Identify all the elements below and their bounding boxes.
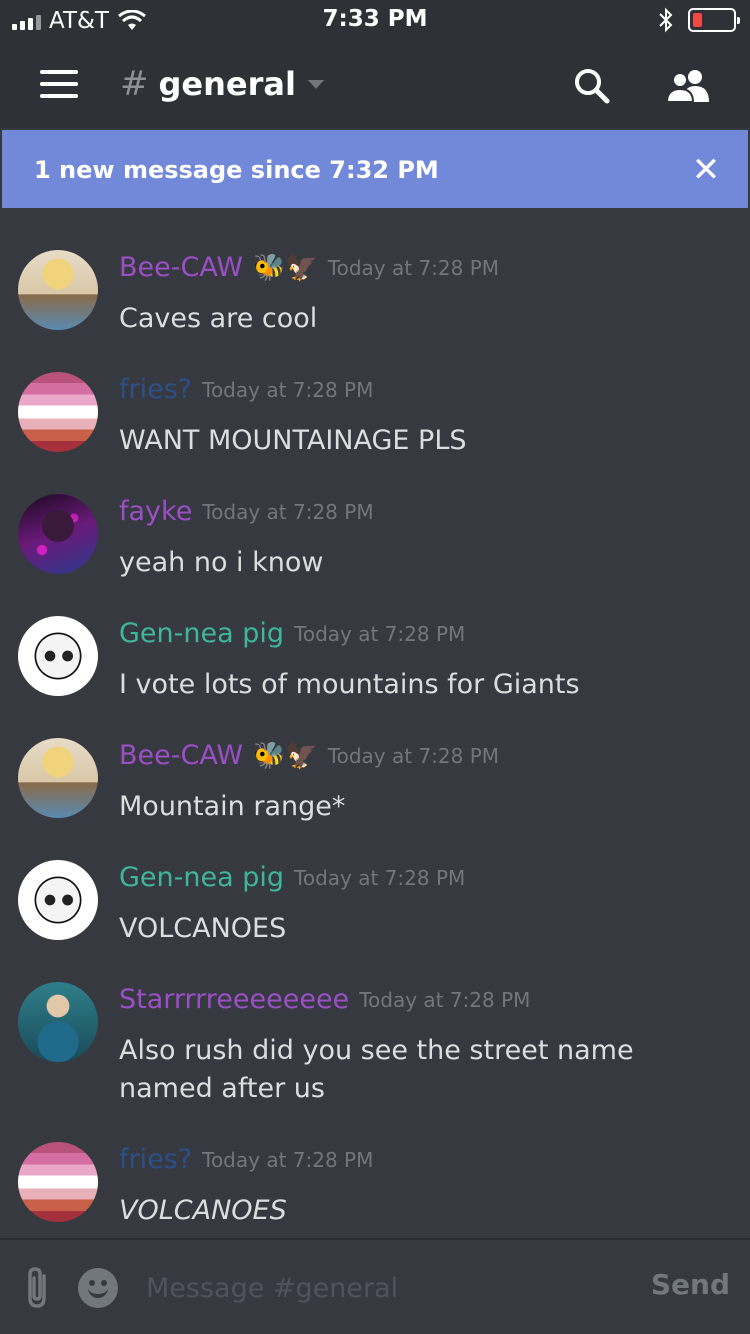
channel-header: # general: [0, 42, 750, 128]
bluetooth-icon: [659, 7, 673, 33]
channel-name: general: [158, 65, 296, 103]
members-button[interactable]: [664, 62, 712, 110]
clock: 7:33 PM: [322, 6, 428, 32]
message-input[interactable]: [146, 1266, 606, 1310]
message-text: Mountain range*: [119, 791, 346, 822]
author-emoji: 🐝🦅: [253, 740, 318, 771]
avatar[interactable]: [18, 616, 98, 696]
status-bar: AT&T 7:33 PM: [0, 0, 750, 42]
timestamp: Today at 7:28 PM: [202, 377, 374, 402]
search-icon: [575, 69, 610, 104]
close-icon[interactable]: ✕: [688, 152, 724, 188]
message-text: WANT MOUNTAINAGE PLS: [119, 425, 467, 456]
avatar[interactable]: [18, 1142, 98, 1222]
avatar[interactable]: [18, 982, 98, 1062]
author-name[interactable]: Bee-CAW: [119, 740, 243, 771]
channel-selector[interactable]: # general: [120, 64, 324, 104]
author-name[interactable]: fries?: [119, 1144, 192, 1175]
message-text: I vote lots of mountains for Giants: [119, 669, 580, 700]
timestamp: Today at 7:28 PM: [294, 865, 466, 890]
timestamp: Today at 7:28 PM: [327, 743, 500, 768]
search-button[interactable]: [568, 62, 616, 110]
author-name[interactable]: Gen-nea pig: [119, 618, 284, 649]
author-name[interactable]: fayke: [119, 496, 192, 527]
attachment-icon[interactable]: [22, 1266, 54, 1310]
message-text: yeah no i know: [119, 547, 324, 578]
hash-icon: #: [120, 64, 149, 104]
chevron-down-icon: [307, 79, 324, 89]
status-right: [658, 7, 740, 33]
new-messages-banner[interactable]: 1 new message since 7:32 PM ✕: [2, 130, 748, 208]
avatar[interactable]: [18, 738, 98, 818]
timestamp: Today at 7:28 PM: [202, 499, 374, 524]
send-button[interactable]: Send: [651, 1268, 730, 1301]
message-text: Caves are cool: [119, 303, 318, 334]
timestamp: Today at 7:28 PM: [359, 987, 531, 1012]
author-name[interactable]: Bee-CAW: [119, 252, 243, 283]
message-list[interactable]: Bee-CAW 🐝🦅 Today at 7:28 PM Caves are co…: [0, 230, 750, 1236]
message-text: VOLCANOES: [119, 1195, 287, 1226]
battery-icon: [688, 8, 740, 32]
message-text: VOLCANOES: [119, 913, 287, 944]
author-name[interactable]: Gen-nea pig: [119, 862, 284, 893]
banner-text: 1 new message since 7:32 PM: [34, 156, 439, 184]
avatar[interactable]: [18, 372, 98, 452]
author-name[interactable]: fries?: [119, 374, 192, 405]
message-composer: Send: [0, 1238, 750, 1334]
members-icon: [665, 70, 709, 103]
avatar[interactable]: [18, 494, 98, 574]
avatar[interactable]: [18, 250, 98, 330]
message-text: Also rush did you see the street name na…: [119, 1035, 634, 1104]
menu-icon[interactable]: [40, 70, 78, 98]
timestamp: Today at 7:28 PM: [327, 255, 500, 280]
author-emoji: 🐝🦅: [253, 252, 318, 283]
avatar[interactable]: [18, 860, 98, 940]
author-name[interactable]: Starrrrreeeeeeee: [119, 984, 349, 1015]
timestamp: Today at 7:28 PM: [202, 1147, 374, 1172]
timestamp: Today at 7:28 PM: [294, 621, 466, 646]
emoji-icon[interactable]: [78, 1268, 118, 1308]
